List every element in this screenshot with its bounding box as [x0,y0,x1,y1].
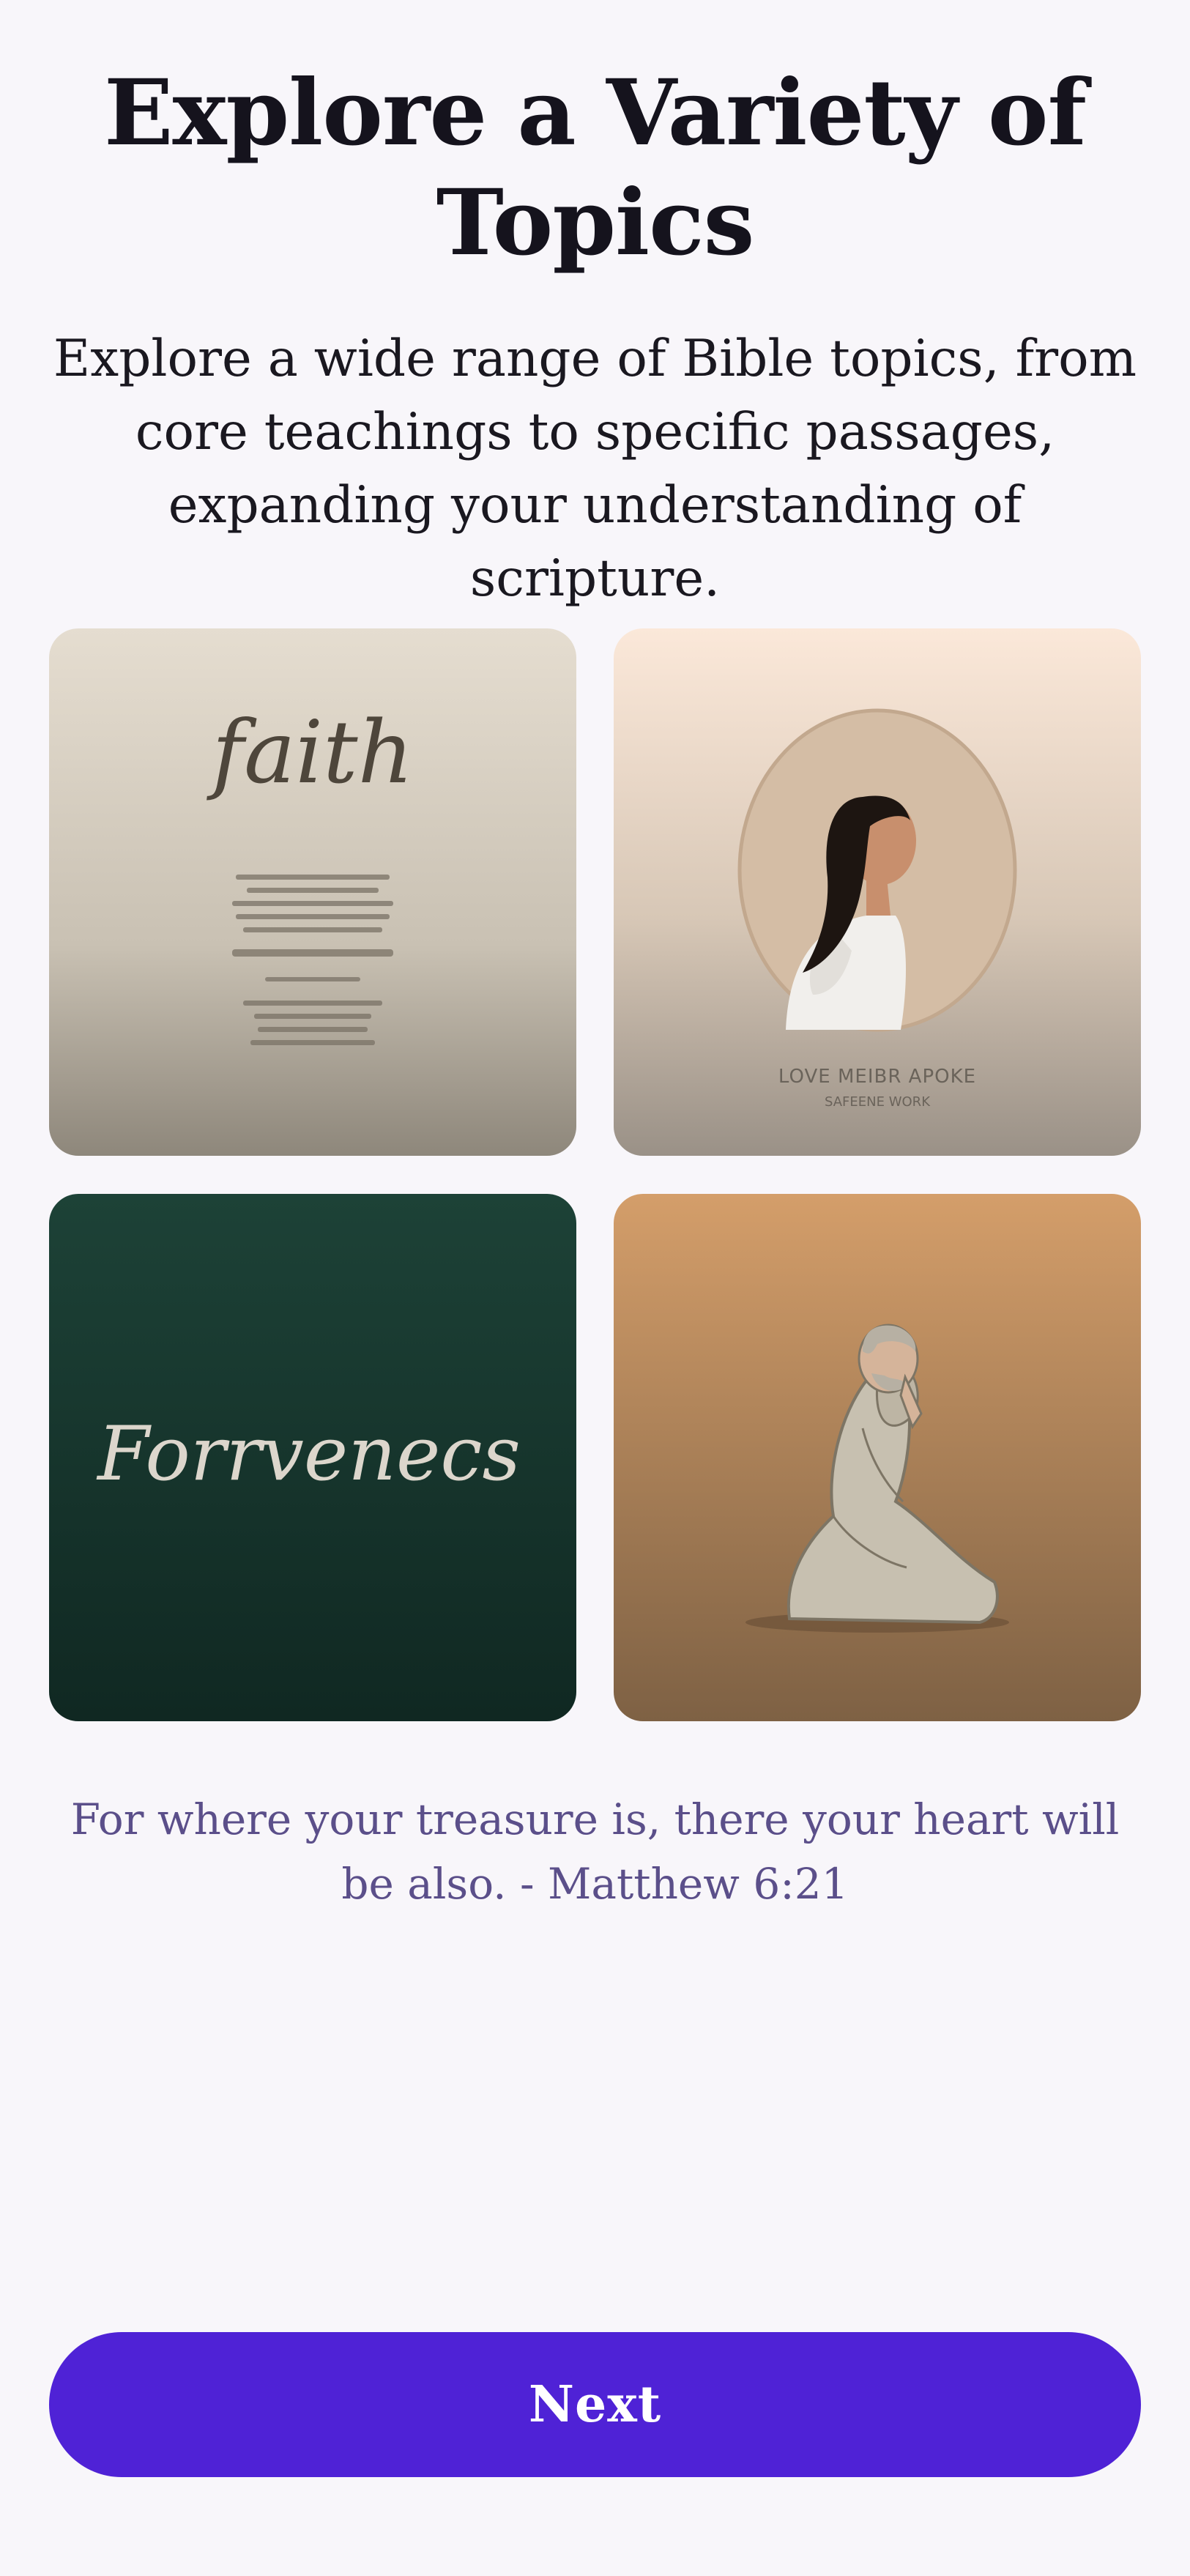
topic-label-faith: faith [206,702,413,803]
forgiveness-script-card-image: Forrvenecs [49,1194,576,1721]
topic-label-forgiveness: Forrvenecs [96,1411,521,1498]
topic-label-love: LOVE MEIBR APOKE [778,1066,976,1088]
next-button-label: Next [528,2375,662,2434]
page-title: Explore a Variety of Topics [104,60,1087,276]
faith-script-card-image: faith [49,628,576,1156]
scripture-quote: For where your treasure is, there your h… [70,1794,1120,1909]
topic-card-forgiveness[interactable]: Forrvenecs [49,1194,576,1721]
topic-sublabel-love: SAFEENE WORK [825,1094,931,1110]
topic-card-prayer[interactable] [614,1194,1141,1721]
next-button[interactable]: Next [49,2332,1141,2477]
topic-card-love[interactable]: LOVE MEIBR APOKE SAFEENE WORK [614,628,1141,1156]
page-subtitle: Explore a wide range of Bible topics, fr… [53,330,1137,608]
woman-portrait-image: LOVE MEIBR APOKE SAFEENE WORK [614,628,1141,1156]
praying-man-image [614,1194,1141,1721]
topic-card-faith[interactable]: faith [49,628,576,1156]
